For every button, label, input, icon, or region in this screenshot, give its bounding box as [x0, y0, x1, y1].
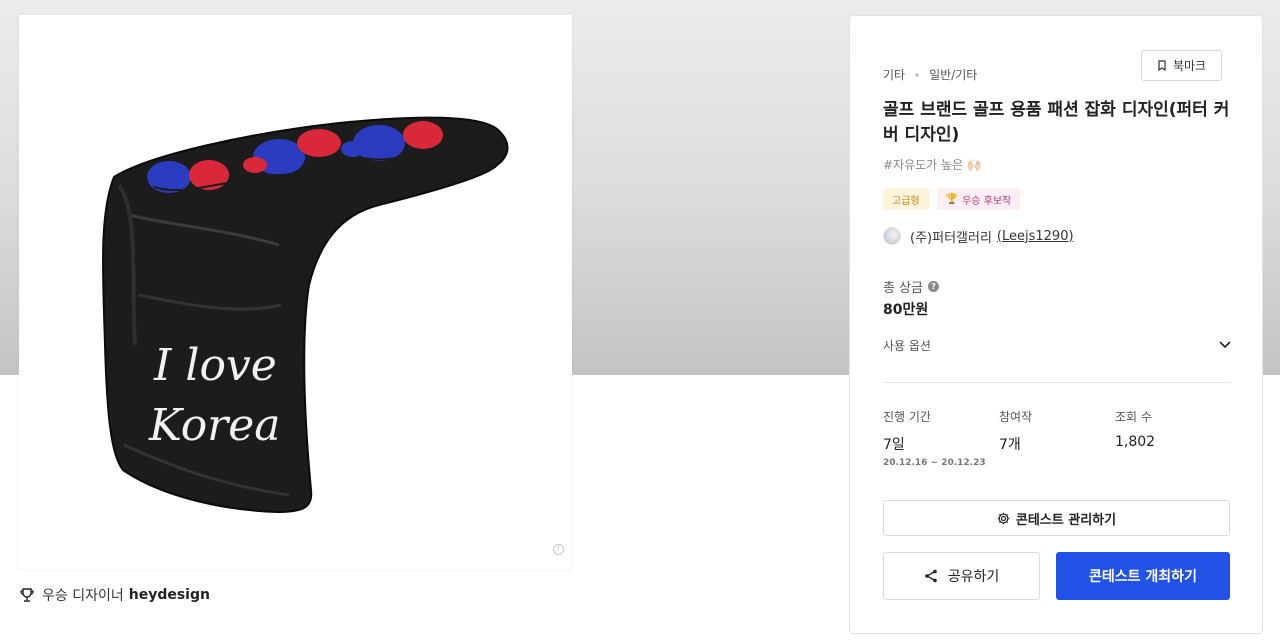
handle-close: ) [1068, 228, 1074, 244]
stat-period-value: 7일 [883, 437, 905, 453]
premium-badge: 고급형 [883, 188, 929, 210]
stat-entries-label: 참여작 [999, 410, 1033, 424]
host-handle-link[interactable]: (Leejs1290) [997, 229, 1074, 244]
putter-cover-illustration: I love Korea [101, 116, 509, 514]
share-icon [924, 569, 937, 583]
bookmark-label: 북마크 [1172, 59, 1207, 73]
gear-icon [997, 512, 1010, 524]
host-contest-button[interactable]: 콘테스트 개최하기 [1056, 552, 1230, 600]
breadcrumb-category[interactable]: 기타 [883, 66, 905, 83]
artwork-line1: I love [153, 340, 277, 391]
contest-stats: 진행 기간 7일 20.12.16 ~ 20.12.23 참여작 7개 조회 수… [883, 408, 1231, 468]
stat-period-range: 20.12.16 ~ 20.12.23 [883, 458, 986, 468]
badge-group: 고급형 🏆 우승 후보작 [883, 188, 1028, 210]
manage-contest-button[interactable]: 콘테스트 관리하기 [883, 500, 1230, 536]
info-icon[interactable]: ! [553, 544, 564, 555]
stat-period: 진행 기간 7일 20.12.16 ~ 20.12.23 [883, 408, 999, 468]
stat-entries: 참여작 7개 [999, 408, 1115, 468]
host-contest-label: 콘테스트 개최하기 [1089, 569, 1197, 585]
host-company: (주)퍼터갤러리 [910, 230, 992, 246]
contest-host: (주)퍼터갤러리 (Leejs1290) [883, 226, 1074, 246]
stat-views-value: 1,802 [1115, 434, 1156, 450]
stat-entries-value: 7개 [999, 437, 1021, 453]
share-button[interactable]: 공유하기 [883, 552, 1040, 600]
trophy-icon: 🏆 [945, 193, 959, 205]
breadcrumb: 기타 일반/기타 [883, 66, 977, 83]
prize-value: 80만원 [883, 302, 929, 318]
trophy-icon [20, 588, 34, 602]
candidate-badge-label: 우승 후보작 [962, 195, 1012, 207]
avatar[interactable] [883, 227, 901, 245]
breadcrumb-separator [915, 72, 920, 77]
help-icon[interactable]: ? [928, 281, 940, 292]
bookmark-icon [1158, 60, 1166, 71]
stat-views: 조회 수 1,802 [1115, 408, 1231, 468]
stat-period-label: 진행 기간 [883, 410, 931, 424]
options-label: 사용 옵션 [883, 338, 931, 353]
chevron-down-icon[interactable] [1219, 341, 1231, 349]
artwork-line2: Korea [148, 400, 280, 451]
product-image[interactable]: I love Korea ! [19, 15, 572, 569]
bookmark-button[interactable]: 북마크 [1141, 50, 1222, 81]
breadcrumb-subcategory[interactable]: 일반/기타 [929, 66, 977, 83]
contest-title: 골프 브랜드 골프 용품 패션 잡화 디자인(퍼터 커버 디자인) [883, 100, 1230, 145]
prize-label: 총 상금 ? [883, 277, 940, 296]
stat-views-label: 조회 수 [1115, 410, 1152, 424]
contest-tagline: #자유도가 높은 🙌🏻 [883, 158, 982, 172]
winner-designer: 우승 디자이너 heydesign [19, 585, 210, 605]
divider [883, 382, 1231, 383]
winner-name[interactable]: heydesign [129, 587, 210, 603]
handle-text: Leejs1290 [1001, 228, 1069, 244]
premium-badge-label: 고급형 [892, 195, 920, 207]
options-dropdown[interactable]: 사용 옵션 [883, 334, 1231, 356]
manage-contest-label: 콘테스트 관리하기 [1015, 512, 1117, 528]
contest-info-panel: 기타 일반/기타 북마크 골프 브랜드 골프 용품 패션 잡화 디자인(퍼터 커… [849, 15, 1263, 634]
share-label: 공유하기 [947, 569, 1000, 585]
winner-label: 우승 디자이너 [42, 588, 124, 604]
prize-label-text: 총 상금 [883, 281, 924, 296]
candidate-badge: 🏆 우승 후보작 [936, 188, 1021, 210]
